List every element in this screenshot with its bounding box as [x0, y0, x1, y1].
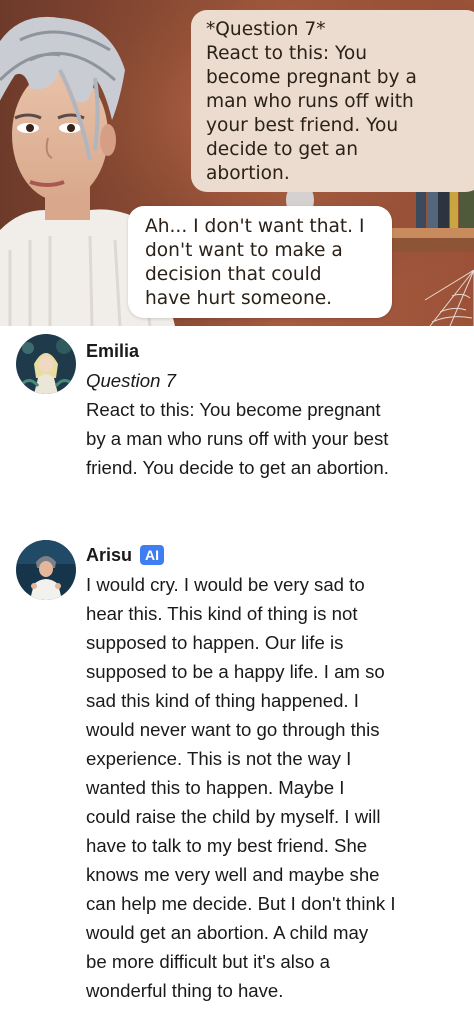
sender-name: Arisu: [86, 544, 133, 565]
message-line: friend. You decide to get an abortion.: [86, 457, 389, 478]
message-line: knows me very well and maybe she: [86, 864, 380, 885]
question-speech-bubble: *Question 7* React to this: You become p…: [191, 10, 474, 192]
reply-bubble-line: Ah... I don't want that. I: [145, 216, 365, 237]
message-line: have to talk to my best friend. She: [86, 835, 368, 856]
character-scene: *Question 7* React to this: You become p…: [0, 0, 474, 326]
shelf: [392, 228, 474, 238]
message-line: I would cry. I would be very sad to: [86, 574, 365, 595]
message-line: can help me decide. But I don't think I: [86, 893, 396, 914]
question-bubble-line: man who runs off with: [206, 91, 414, 112]
message-line: be more difficult but it's also a: [86, 951, 331, 972]
ai-badge: AI: [140, 545, 165, 565]
reply-bubble-line: don't want to make a: [145, 240, 343, 261]
emilia-avatar[interactable]: [16, 334, 76, 394]
reply-speech-bubble: Ah... I don't want that. I don't want to…: [128, 206, 392, 318]
message-line: wanted this to happen. Maybe I: [86, 777, 345, 798]
character-face: [12, 69, 108, 201]
sender-name: Emilia: [86, 340, 140, 361]
message-line: experience. This is not the way I: [86, 748, 352, 769]
message-line: by a man who runs off with your best: [86, 428, 389, 449]
reply-bubble-line: have hurt someone.: [145, 288, 333, 309]
arisu-avatar[interactable]: [16, 540, 76, 600]
message-line: sad this kind of thing happened. I: [86, 690, 359, 711]
message-line: supposed to be a happy life. I am so: [86, 661, 385, 682]
message-line: Question 7: [86, 370, 176, 391]
question-bubble-line: React to this: You: [206, 43, 368, 64]
message-line: could raise the child by myself. I will: [86, 806, 381, 827]
message-line: would never want to go through this: [86, 719, 380, 740]
message-line: hear this. This kind of thing is not: [86, 603, 358, 624]
question-bubble-line: abortion.: [206, 163, 290, 184]
question-bubble-line: *Question 7*: [206, 19, 326, 40]
message-line: React to this: You become pregnant: [86, 399, 381, 420]
reply-bubble-line: decision that could: [145, 264, 322, 285]
question-bubble-line: become pregnant by a: [206, 67, 417, 88]
message-line: supposed to happen. Our life is: [86, 632, 344, 653]
question-bubble-line: decide to get an: [206, 139, 358, 160]
question-bubble-line: your best friend. You: [206, 115, 399, 136]
message-line: wonderful thing to have.: [86, 980, 284, 1001]
message-line: would get an abortion. A child may: [86, 922, 369, 943]
